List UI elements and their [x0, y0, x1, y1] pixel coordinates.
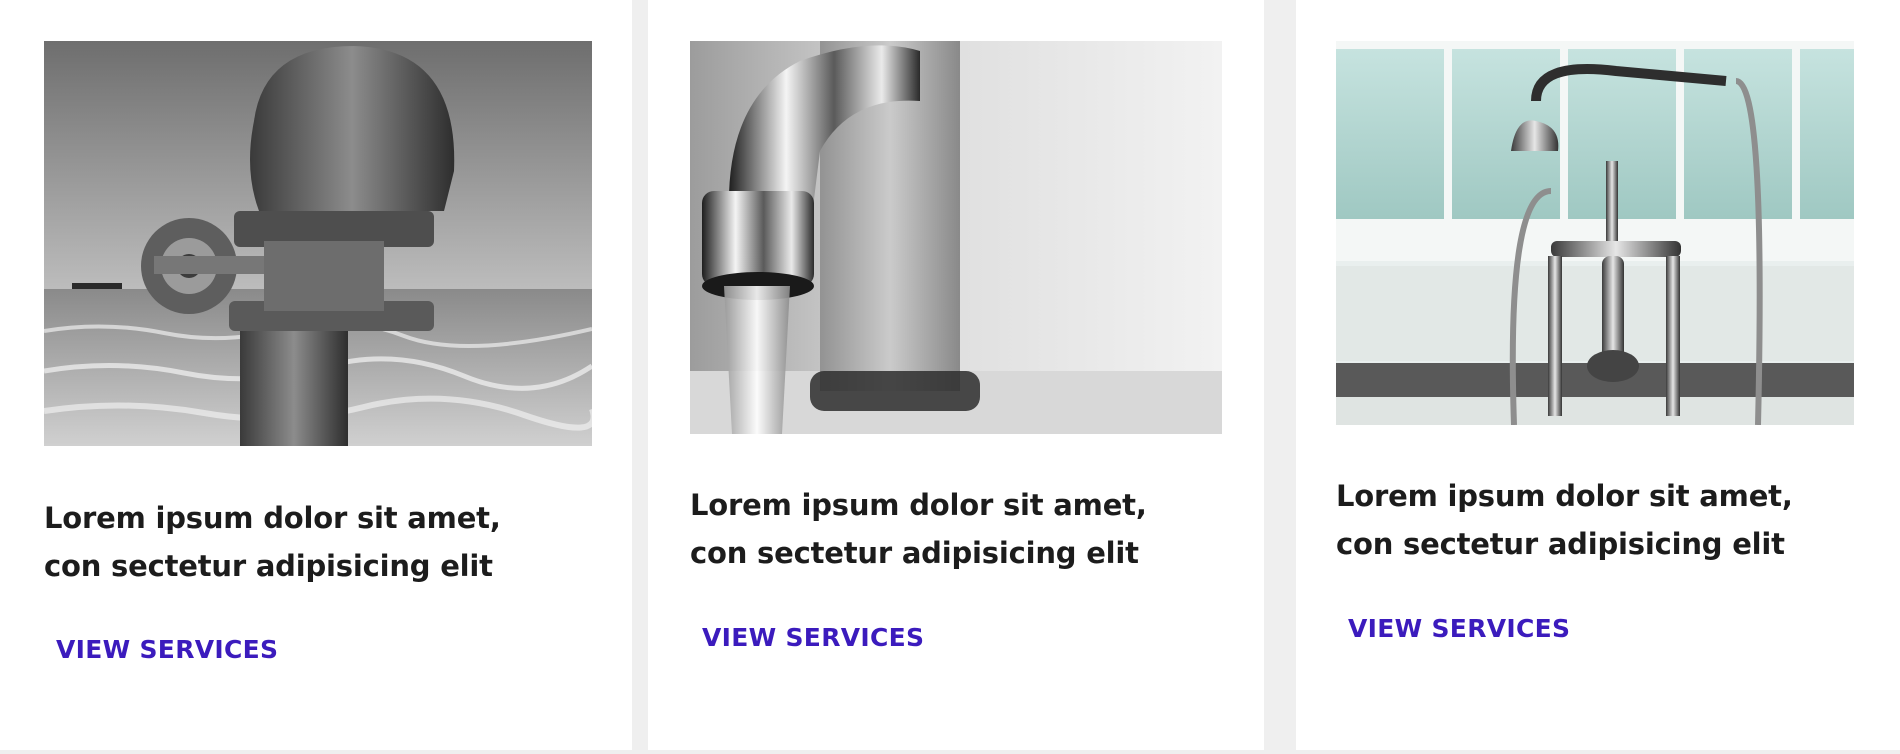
- card-title: Lorem ipsum dolor sit amet, con sectetur…: [1336, 472, 1793, 568]
- card-title-line-1: Lorem ipsum dolor sit amet,: [690, 488, 1147, 522]
- service-card-3: Lorem ipsum dolor sit amet, con sectetur…: [1296, 0, 1900, 750]
- card-title-line-2: con sectetur adipisicing elit: [44, 549, 493, 583]
- view-services-link[interactable]: VIEW SERVICES: [702, 622, 924, 654]
- card-title-line-1: Lorem ipsum dolor sit amet,: [44, 501, 501, 535]
- service-image-rusty-pipe[interactable]: [44, 41, 592, 446]
- card-title-line-1: Lorem ipsum dolor sit amet,: [1336, 479, 1793, 513]
- card-title: Lorem ipsum dolor sit amet, con sectetur…: [690, 481, 1147, 577]
- service-card-1: Lorem ipsum dolor sit amet, con sectetur…: [0, 0, 632, 750]
- view-services-link[interactable]: VIEW SERVICES: [1348, 613, 1570, 645]
- card-title: Lorem ipsum dolor sit amet, con sectetur…: [44, 494, 501, 590]
- service-card-2: Lorem ipsum dolor sit amet, con sectetur…: [648, 0, 1264, 750]
- card-title-line-2: con sectetur adipisicing elit: [690, 536, 1139, 570]
- service-image-bath-mixer[interactable]: [1336, 41, 1854, 425]
- view-services-link[interactable]: VIEW SERVICES: [56, 634, 278, 666]
- service-image-chrome-faucet[interactable]: [690, 41, 1222, 434]
- card-title-line-2: con sectetur adipisicing elit: [1336, 527, 1785, 561]
